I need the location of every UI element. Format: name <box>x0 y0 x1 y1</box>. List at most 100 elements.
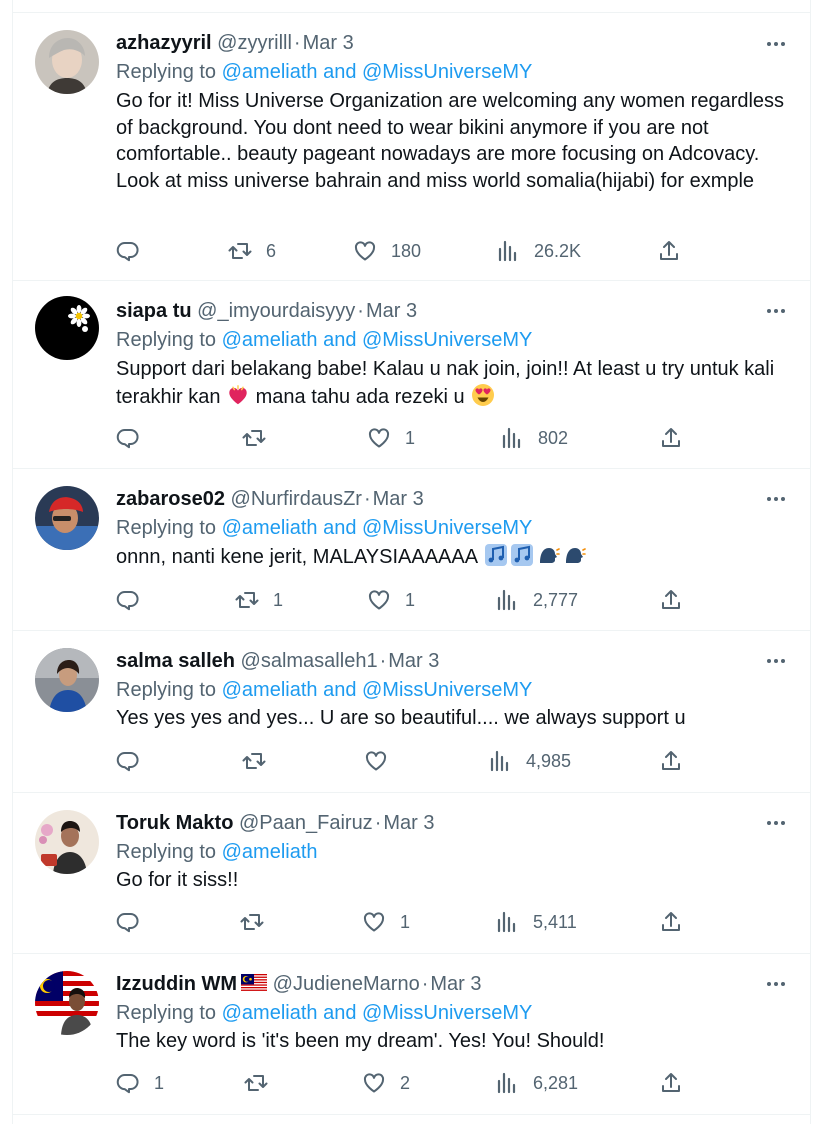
retweet-button[interactable]: 1 <box>235 585 283 615</box>
avatar[interactable] <box>35 810 99 874</box>
reply-icon <box>116 588 140 612</box>
retweet-button[interactable] <box>244 1068 282 1098</box>
tweet-header: siapa tu @_imyourdaisyyy · Mar 3 <box>116 297 790 325</box>
more-horizontal-icon[interactable] <box>764 811 788 835</box>
reply-button[interactable] <box>116 746 154 776</box>
more-horizontal-icon[interactable] <box>764 299 788 323</box>
views-icon <box>495 910 519 934</box>
reply-button[interactable] <box>116 236 154 266</box>
avatar[interactable] <box>35 30 99 94</box>
reply-tweet[interactable]: Izzuddin WM @JudieneMarno · Mar 3 Replying… <box>13 954 810 1115</box>
reply-count: 1 <box>154 1072 165 1093</box>
more-horizontal-icon[interactable] <box>764 972 788 996</box>
user-handle[interactable]: @JudieneMarno <box>273 973 420 995</box>
tweet-date[interactable]: Mar 3 <box>366 300 417 322</box>
user-handle[interactable]: @zyyrilll <box>217 32 292 54</box>
views-button[interactable]: 2,777 <box>495 585 578 615</box>
heart-icon <box>362 910 386 934</box>
display-name[interactable]: Izzuddin WM <box>116 973 237 995</box>
retweet-button[interactable] <box>240 907 278 937</box>
reply-tweet[interactable]: azhazyyril @zyyrilll · Mar 3 Replying to @… <box>13 13 810 281</box>
reply-button[interactable] <box>116 585 154 615</box>
views-button[interactable]: 802 <box>500 423 568 453</box>
heart-exclamation-emoji-icon <box>229 384 247 404</box>
retweet-button[interactable] <box>242 423 280 453</box>
display-name[interactable]: zabarose02 <box>116 488 225 510</box>
like-button[interactable]: 1 <box>367 585 415 615</box>
reply-tweet[interactable]: salma salleh @salmasalleh1 · Mar 3 Replyin… <box>13 631 810 793</box>
views-button[interactable]: 4,985 <box>488 746 571 776</box>
share-icon <box>659 426 683 450</box>
replying-to: Replying to @ameliath <box>116 838 318 866</box>
display-name[interactable]: siapa tu <box>116 300 192 322</box>
separator-dot: · <box>293 32 301 54</box>
replying-to-mentions[interactable]: @ameliath and @MissUniverseMY <box>222 1002 533 1024</box>
tweet-header: salma salleh @salmasalleh1 · Mar 3 <box>116 647 790 675</box>
like-button[interactable] <box>364 746 402 776</box>
tweet-actions: 1 2 6,281 <box>116 1068 700 1098</box>
share-icon <box>657 239 681 263</box>
share-button[interactable] <box>659 907 683 937</box>
reply-tweet[interactable]: Toruk Makto @Paan_Fairuz · Mar 3 Replying … <box>13 793 810 954</box>
tweet-date[interactable]: Mar 3 <box>373 488 424 510</box>
share-button[interactable] <box>659 423 683 453</box>
share-button[interactable] <box>659 1068 683 1098</box>
tweet-text: Go for it! Miss Universe Organization ar… <box>116 90 785 192</box>
tweet-date[interactable]: Mar 3 <box>303 32 354 54</box>
avatar[interactable] <box>35 486 99 550</box>
reply-button[interactable] <box>116 423 154 453</box>
views-button[interactable]: 26.2K <box>496 236 581 266</box>
share-icon <box>659 910 683 934</box>
replying-to-mentions[interactable]: @ameliath and @MissUniverseMY <box>222 679 533 701</box>
like-button[interactable]: 2 <box>362 1068 410 1098</box>
like-button[interactable]: 180 <box>353 236 421 266</box>
tweet-text: Support dari belakang babe! Kalau u nak … <box>116 356 806 410</box>
views-icon <box>495 588 519 612</box>
tweet-header: zabarose02 @NurfirdausZr · Mar 3 <box>116 485 790 513</box>
reply-button[interactable]: 1 <box>116 1068 164 1098</box>
share-icon <box>659 588 683 612</box>
like-button[interactable]: 1 <box>367 423 415 453</box>
retweet-icon <box>244 1071 268 1095</box>
share-button[interactable] <box>659 746 683 776</box>
views-count: 802 <box>538 427 569 448</box>
share-button[interactable] <box>657 236 681 266</box>
more-horizontal-icon[interactable] <box>764 32 788 56</box>
avatar[interactable] <box>35 971 99 1035</box>
replying-to: Replying to @ameliath and @MissUniverseM… <box>116 676 532 704</box>
user-handle[interactable]: @_imyourdaisyyy <box>197 300 355 322</box>
display-name[interactable]: salma salleh <box>116 650 235 672</box>
more-horizontal-icon[interactable] <box>764 487 788 511</box>
share-icon <box>659 749 683 773</box>
views-button[interactable]: 5,411 <box>495 907 577 937</box>
display-name[interactable]: Toruk Makto <box>116 812 233 834</box>
reply-tweet[interactable]: siapa tu @_imyourdaisyyy · Mar 3 Replying … <box>13 281 810 469</box>
retweet-button[interactable] <box>242 746 280 776</box>
display-name[interactable]: azhazyyril <box>116 32 212 54</box>
avatar[interactable] <box>35 296 99 360</box>
avatar[interactable] <box>35 648 99 712</box>
retweet-icon <box>228 239 252 263</box>
user-handle[interactable]: @NurfirdausZr <box>231 488 362 510</box>
replying-to-mentions[interactable]: @ameliath and @MissUniverseMY <box>222 329 533 351</box>
user-handle[interactable]: @Paan_Fairuz <box>239 812 373 834</box>
replying-to: Replying to @ameliath and @MissUniverseM… <box>116 999 532 1027</box>
tweet-date[interactable]: Mar 3 <box>383 812 434 834</box>
replying-to-mentions[interactable]: @ameliath <box>222 841 318 863</box>
replying-to-mentions[interactable]: @ameliath and @MissUniverseMY <box>222 517 533 539</box>
views-button[interactable]: 6,281 <box>495 1068 578 1098</box>
reply-tweet[interactable]: zabarose02 @NurfirdausZr · Mar 3 Replying … <box>13 469 810 631</box>
musical-notes-emoji-icon <box>484 544 507 566</box>
heart-eyes-emoji-icon <box>472 383 495 406</box>
tweet-date[interactable]: Mar 3 <box>388 650 439 672</box>
replying-to-mentions[interactable]: @ameliath and @MissUniverseMY <box>222 61 533 83</box>
tweet-date[interactable]: Mar 3 <box>430 973 481 995</box>
speaking-head-emoji-icon <box>539 548 560 563</box>
reply-button[interactable] <box>116 907 154 937</box>
like-button[interactable]: 1 <box>362 907 410 937</box>
share-button[interactable] <box>659 585 683 615</box>
retweet-button[interactable]: 6 <box>228 236 276 266</box>
more-horizontal-icon[interactable] <box>764 649 788 673</box>
malaysia-flag-icon <box>241 974 268 992</box>
user-handle[interactable]: @salmasalleh1 <box>241 650 378 672</box>
